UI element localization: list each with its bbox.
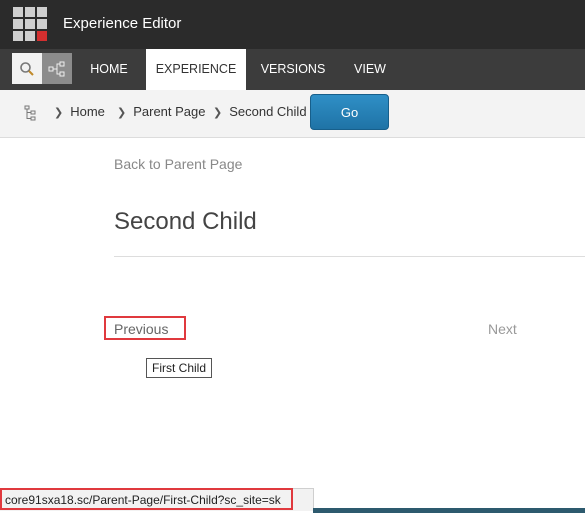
search-icon [20,61,34,76]
breadcrumb-label: Home [70,104,105,119]
search-button[interactable] [12,53,42,84]
breadcrumb-item-parent-page[interactable]: ❯ Parent Page [117,104,206,119]
status-url: core91sxa18.sc/Parent-Page/First-Child?s… [0,488,293,510]
tab-home[interactable]: HOME [76,49,142,90]
page-title: Second Child [114,208,257,235]
ribbon-tab-bar: HOME EXPERIENCE VERSIONS VIEW [0,49,585,90]
chevron-right-icon: ❯ [213,107,223,119]
chevron-right-icon: ❯ [117,107,127,119]
tab-experience[interactable]: EXPERIENCE [146,49,246,90]
previous-link[interactable]: Previous [104,316,186,340]
tab-versions[interactable]: VERSIONS [251,49,335,90]
next-link[interactable]: Next [488,321,517,337]
breadcrumb-label: Parent Page [133,104,206,119]
app-grid-icon[interactable] [13,7,47,41]
back-to-parent-link[interactable]: Back to Parent Page [114,156,242,172]
breadcrumb-label: Second Child [229,104,307,119]
tree-button[interactable] [42,53,72,84]
bottom-strip [313,508,585,513]
go-button[interactable]: Go [310,94,389,130]
breadcrumb-item-second-child[interactable]: ❯ Second Child [213,104,307,119]
tab-view[interactable]: VIEW [343,49,397,90]
chevron-right-icon: ❯ [54,107,64,119]
breadcrumb-item-home[interactable]: ❯ Home [54,104,105,119]
link-tooltip: First Child [146,358,213,378]
tree-structure-icon [48,61,65,76]
content-tree-icon[interactable] [24,105,38,121]
title-bar: Experience Editor [0,0,585,49]
breadcrumb-bar: ❯ Home ❯ Parent Page ❯ Second Child Go [0,90,585,138]
app-title: Experience Editor [63,15,182,32]
divider [114,256,585,257]
